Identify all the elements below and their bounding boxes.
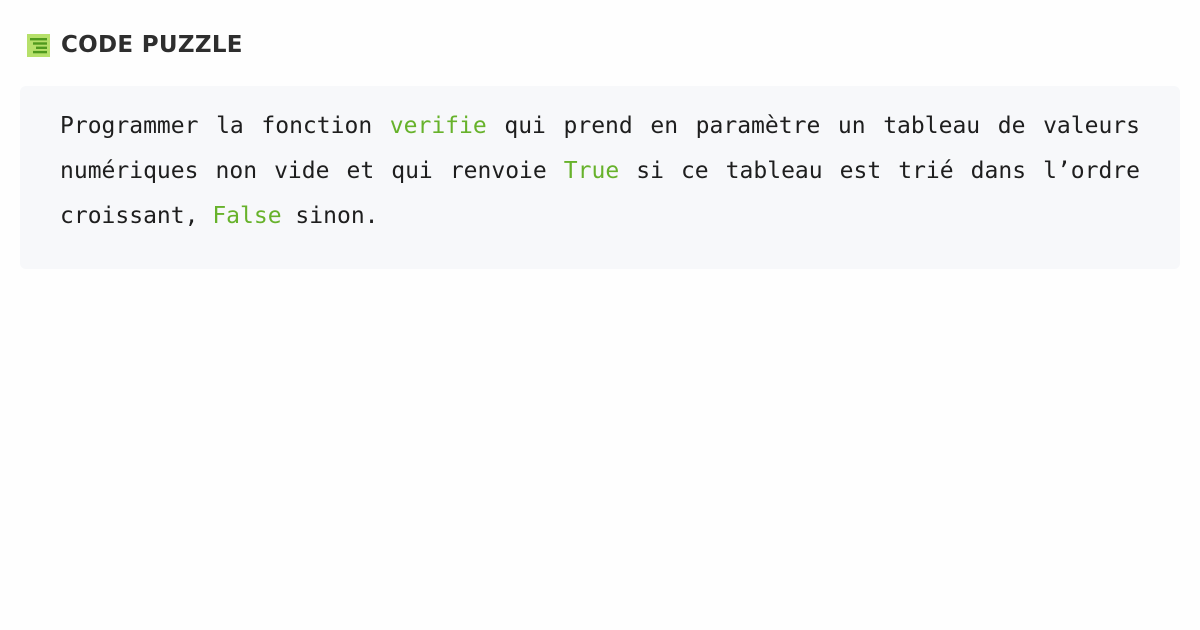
problem-card: Programmer la fonction verifie qui prend… xyxy=(20,86,1180,269)
statement-text: sinon. xyxy=(281,203,379,229)
app-header: CODE PUZZLE xyxy=(27,32,243,58)
code-puzzle-logo-icon xyxy=(27,33,50,57)
true-keyword-code: True xyxy=(563,158,620,184)
false-keyword-code: False xyxy=(212,203,282,229)
function-name-code: verifie xyxy=(389,113,487,139)
statement-text: Programmer la fonction xyxy=(60,113,390,139)
problem-statement: Programmer la fonction verifie qui prend… xyxy=(60,104,1140,239)
app-title: CODE PUZZLE xyxy=(61,32,243,58)
